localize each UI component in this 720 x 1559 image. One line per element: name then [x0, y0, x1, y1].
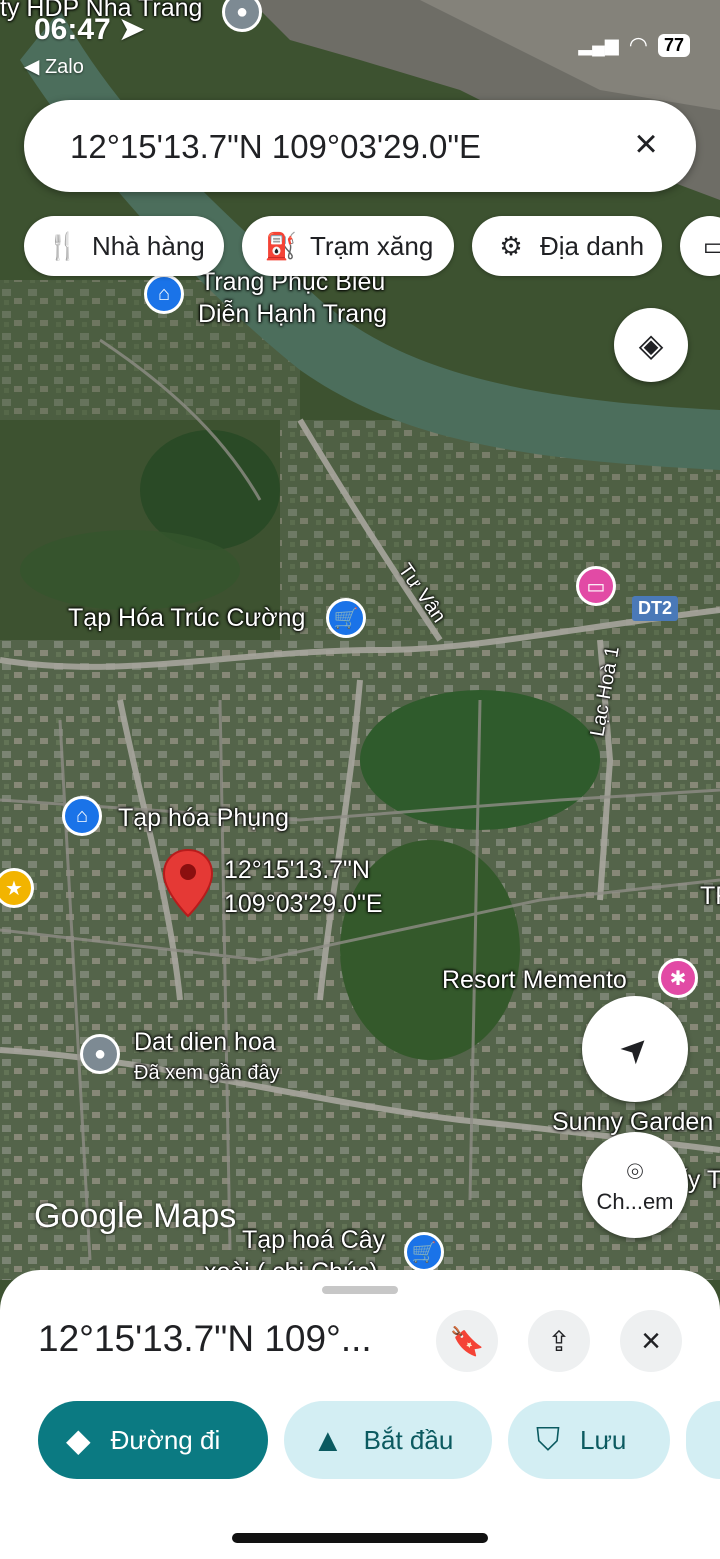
- hotel-icon[interactable]: ▭: [576, 566, 616, 606]
- more-actions-button[interactable]: [686, 1401, 720, 1479]
- chip-restaurants[interactable]: 🍴 Nhà hàng: [24, 216, 224, 276]
- close-sheet-button[interactable]: ×: [620, 1310, 682, 1372]
- directions-icon: ◆: [66, 1422, 91, 1458]
- chip-label: Nhà hàng: [92, 230, 205, 261]
- place-title: 12°15'13.7"N 109°...: [38, 1318, 372, 1359]
- signal-icon: ▂▄▆: [578, 34, 619, 55]
- restaurant-icon: 🍴: [46, 230, 80, 261]
- directions-button[interactable]: ◆ Đường đi: [38, 1401, 268, 1479]
- shopping-bag-icon[interactable]: ⌂: [62, 796, 102, 836]
- share-button[interactable]: ⇪: [528, 1310, 590, 1372]
- start-button[interactable]: ▲ Bắt đầu: [284, 1401, 492, 1479]
- google-maps-logo: Google Maps: [34, 1197, 237, 1235]
- map-label-trang-phuc-2[interactable]: Diễn Hạnh Trang: [198, 300, 387, 329]
- status-icons: ▂▄▆ ◠ 77: [578, 32, 690, 58]
- place-pin-icon[interactable]: ●: [80, 1034, 120, 1074]
- bookmark-icon: ⛉: [536, 1421, 561, 1457]
- resort-icon[interactable]: ✱: [658, 958, 698, 998]
- camera-icon: ⌾: [626, 1155, 644, 1187]
- map-label-cay-xoai-1[interactable]: Tạp hoá Cây: [242, 1226, 385, 1255]
- map-label-phung[interactable]: Tạp hóa Phụng: [118, 804, 289, 833]
- home-indicator: [232, 1533, 488, 1543]
- landmark-icon: ⚙: [499, 230, 523, 261]
- map-label-truc-cuong[interactable]: Tạp Hóa Trúc Cường: [68, 604, 305, 633]
- close-icon[interactable]: ×: [626, 124, 666, 166]
- more-category-icon: ▭: [702, 230, 720, 261]
- layers-button[interactable]: ◈: [614, 308, 688, 382]
- pin-latitude: 12°15'13.7"N: [224, 856, 370, 884]
- directions-label: Đường đi: [110, 1424, 221, 1455]
- chip-landmarks[interactable]: ⚙ Địa danh: [472, 216, 662, 276]
- status-time: 06:47 ➤: [34, 13, 145, 46]
- close-icon: ×: [641, 1321, 661, 1360]
- pin-longitude: 109°03'29.0"E: [224, 890, 383, 918]
- map-label-memento[interactable]: Resort Memento: [442, 966, 627, 995]
- map-label-dat-dien-hoa[interactable]: Dat dien hoa: [134, 1028, 276, 1057]
- shopping-cart-icon[interactable]: 🛒: [326, 598, 366, 638]
- map-label-recently-viewed: Đã xem gần đây: [134, 1062, 280, 1084]
- back-to-app[interactable]: ◀ Zalo: [24, 54, 84, 79]
- search-input[interactable]: 12°15'13.7"N 109°03'29.0"E: [70, 128, 481, 166]
- gas-station-icon: ⛽: [264, 230, 298, 261]
- start-label: Bắt đầu: [363, 1424, 454, 1455]
- sheet-drag-handle[interactable]: [322, 1286, 398, 1294]
- save-label: Lưu: [580, 1424, 627, 1455]
- status-bar: 06:47 ➤ ◀ Zalo ▂▄▆ ◠ 77: [0, 0, 720, 90]
- location-arrow-icon: ➤: [119, 13, 145, 46]
- save-button[interactable]: ⛉ Lưu: [508, 1401, 670, 1479]
- battery-icon: 77: [657, 33, 690, 57]
- navigation-arrow-icon: ▲: [312, 1421, 344, 1458]
- share-icon: ⇪: [547, 1325, 571, 1357]
- navigation-arrow-icon: ➤: [611, 1025, 659, 1073]
- shopping-cart-icon[interactable]: 🛒: [404, 1232, 444, 1272]
- map-label-right-edge: TR: [700, 882, 720, 910]
- my-location-button[interactable]: ➤: [582, 996, 688, 1102]
- chip-gas-stations[interactable]: ⛽ Trạm xăng: [242, 216, 454, 276]
- bookmark-icon: 🔖: [449, 1325, 485, 1357]
- camera-search-button[interactable]: ⌾ Ch...em: [582, 1132, 688, 1238]
- shopping-bag-icon[interactable]: ⌂: [144, 274, 184, 314]
- place-bottom-sheet[interactable]: 12°15'13.7"N 109°... 🔖 ⇪ × ◆ Đường đi ▲ …: [0, 1270, 720, 1559]
- wifi-icon: ◠: [628, 32, 648, 57]
- road-badge-dt2: DT2: [632, 596, 679, 621]
- location-pin-icon[interactable]: [162, 848, 214, 920]
- chip-label: Trạm xăng: [310, 230, 434, 261]
- layers-icon: ◈: [638, 327, 664, 363]
- chip-label: Địa danh: [540, 230, 645, 261]
- search-bar[interactable]: 12°15'13.7"N 109°03'29.0"E ×: [24, 100, 696, 192]
- camera-label: Ch...em: [596, 1188, 674, 1214]
- save-icon-button[interactable]: 🔖: [436, 1310, 498, 1372]
